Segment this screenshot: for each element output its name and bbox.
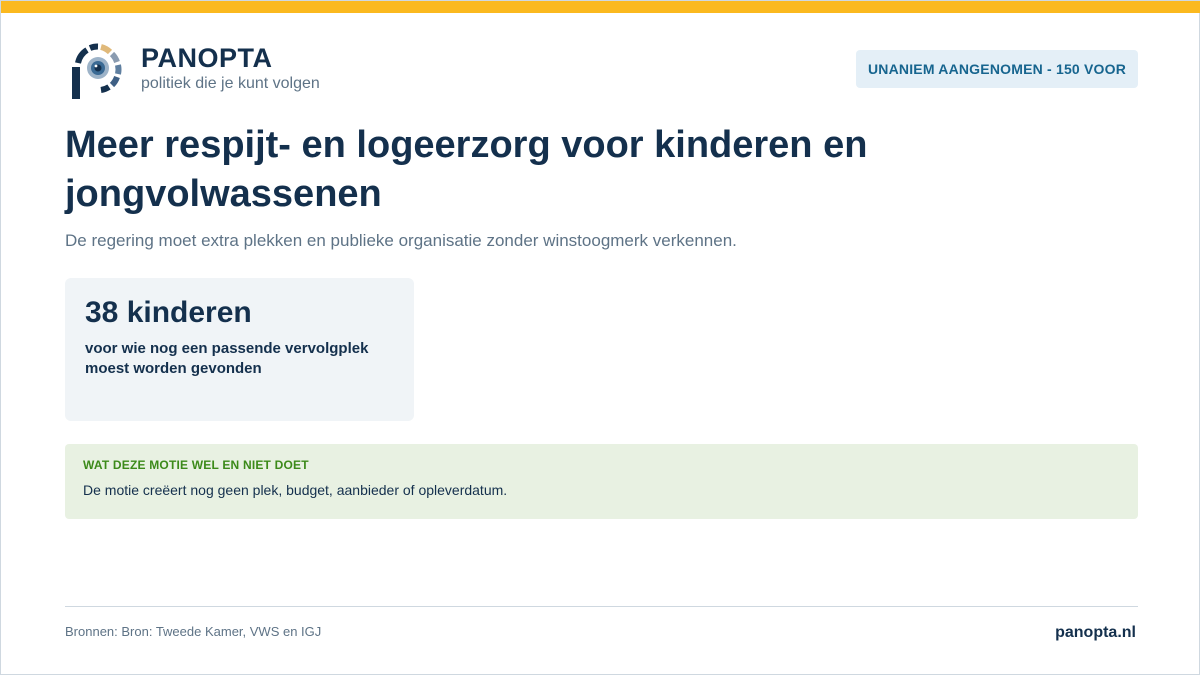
eye-p-logo-icon xyxy=(72,43,122,99)
sources-text: Bronnen: Bron: Tweede Kamer, VWS en IGJ xyxy=(65,624,322,639)
motion-scope-box: WAT DEZE MOTIE WEL EN NIET DOET De motie… xyxy=(65,444,1138,519)
stat-value: 38 kinderen xyxy=(85,296,252,329)
brand-tagline: politiek die je kunt volgen xyxy=(141,75,320,92)
motion-scope-text: De motie creëert nog geen plek, budget, … xyxy=(83,482,508,498)
site-link[interactable]: panopta.nl xyxy=(1055,624,1136,642)
page-subtitle: De regering moet extra plekken en publie… xyxy=(65,231,737,250)
accent-bar xyxy=(1,1,1200,13)
status-badge: UNANIEM AANGENOMEN - 150 VOOR xyxy=(856,50,1138,88)
stat-description: voor wie nog een passende vervolgplek mo… xyxy=(85,340,369,377)
stat-card: 38 kinderen voor wie nog een passende ve… xyxy=(65,278,414,421)
motion-scope-heading: WAT DEZE MOTIE WEL EN NIET DOET xyxy=(83,458,309,472)
page-title: Meer respijt- en logeerzorg voor kindere… xyxy=(65,124,868,215)
brand-name: PANOPTA xyxy=(141,43,273,73)
footer-divider xyxy=(65,606,1138,607)
share-card: PANOPTA politiek die je kunt volgen UNAN… xyxy=(0,0,1200,675)
